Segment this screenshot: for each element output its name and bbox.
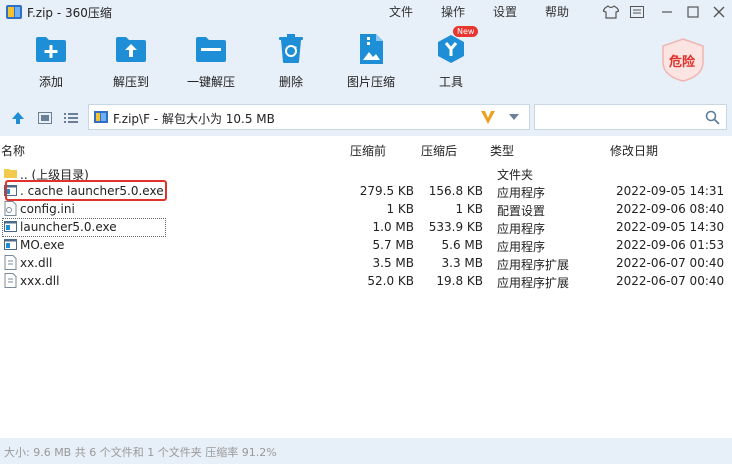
add-button[interactable]: 添加 xyxy=(11,32,91,90)
add-icon xyxy=(34,32,68,66)
zip-archive-icon xyxy=(94,111,108,123)
new-badge: New xyxy=(453,26,479,37)
tools-icon xyxy=(434,32,468,66)
list-item[interactable]: MO.exe 5.7 MB 5.6 MB 应用程序 2022-09-06 01:… xyxy=(0,236,732,254)
image-compress-button[interactable]: 图片压缩 xyxy=(331,32,411,90)
search-input[interactable] xyxy=(534,104,727,130)
minimize-icon[interactable] xyxy=(656,2,678,22)
search-icon[interactable] xyxy=(705,110,720,125)
column-name[interactable]: 名称 xyxy=(1,142,25,159)
status-bar: 大小: 9.6 MB 共 6 个文件和 1 个文件夹 压缩率 91.2% xyxy=(0,438,732,464)
exe-file-icon xyxy=(4,239,17,250)
address-bar-row: F.zip\F - 解包大小为 10.5 MB xyxy=(0,100,732,136)
column-before[interactable]: 压缩前 xyxy=(350,142,386,159)
path-text: F.zip\F - 解包大小为 10.5 MB xyxy=(113,112,275,126)
dll-file-icon xyxy=(4,255,17,270)
menu-operation[interactable]: 操作 xyxy=(441,3,465,20)
column-modified[interactable]: 修改日期 xyxy=(610,142,658,159)
danger-label: 危险 xyxy=(669,55,696,70)
exe-file-icon xyxy=(4,221,17,232)
config-file-icon xyxy=(4,201,17,216)
toolbar: 添加 解压到 一键解压 删除 图片压缩 工具 New 危险 xyxy=(0,24,732,100)
tools-button[interactable]: 工具 xyxy=(411,32,491,90)
image-compress-icon xyxy=(354,32,388,66)
danger-badge[interactable]: 危险 xyxy=(655,38,711,82)
list-item[interactable]: xxx.dll 52.0 KB 19.8 KB 应用程序扩展 2022-06-0… xyxy=(0,272,732,290)
extract-icon xyxy=(114,32,148,66)
verified-v-icon[interactable] xyxy=(479,108,497,126)
menu-help[interactable]: 帮助 xyxy=(545,3,569,20)
close-icon[interactable] xyxy=(708,2,730,22)
path-field[interactable]: F.zip\F - 解包大小为 10.5 MB xyxy=(88,104,530,130)
title-bar: F.zip - 360压缩 文件 操作 设置 帮助 xyxy=(0,0,732,24)
folder-icon xyxy=(4,169,17,178)
one-click-extract-icon xyxy=(194,32,228,66)
list-header: 名称 压缩前 压缩后 类型 修改日期 xyxy=(0,142,732,160)
shirt-skin-icon[interactable] xyxy=(600,2,622,22)
column-after[interactable]: 压缩后 xyxy=(421,142,457,159)
path-dropdown-icon[interactable] xyxy=(509,114,519,120)
status-text: 大小: 9.6 MB 共 6 个文件和 1 个文件夹 压缩率 91.2% xyxy=(4,446,277,459)
list-item[interactable]: launcher5.0.exe 1.0 MB 533.9 KB 应用程序 202… xyxy=(0,218,732,237)
window-title: F.zip - 360压缩 xyxy=(27,6,112,20)
red-highlight-annotation xyxy=(5,180,167,201)
column-type[interactable]: 类型 xyxy=(490,142,514,159)
thumbnail-view-icon[interactable] xyxy=(37,110,53,126)
list-view-icon[interactable] xyxy=(63,110,79,126)
menu-list-icon[interactable] xyxy=(626,2,648,22)
menu-file[interactable]: 文件 xyxy=(389,3,413,20)
dll-file-icon xyxy=(4,273,17,288)
recycle-bin-icon xyxy=(274,32,308,66)
one-click-extract-button[interactable]: 一键解压 xyxy=(171,32,251,90)
maximize-icon[interactable] xyxy=(682,2,704,22)
menu-settings[interactable]: 设置 xyxy=(493,3,517,20)
list-item[interactable]: config.ini 1 KB 1 KB 配置设置 2022-09-06 08:… xyxy=(0,200,732,218)
list-item[interactable]: xx.dll 3.5 MB 3.3 MB 应用程序扩展 2022-06-07 0… xyxy=(0,254,732,272)
extract-to-button[interactable]: 解压到 xyxy=(91,32,171,90)
delete-button[interactable]: 删除 xyxy=(251,32,331,90)
app-logo-icon xyxy=(6,5,22,19)
up-arrow-icon[interactable] xyxy=(10,110,26,126)
